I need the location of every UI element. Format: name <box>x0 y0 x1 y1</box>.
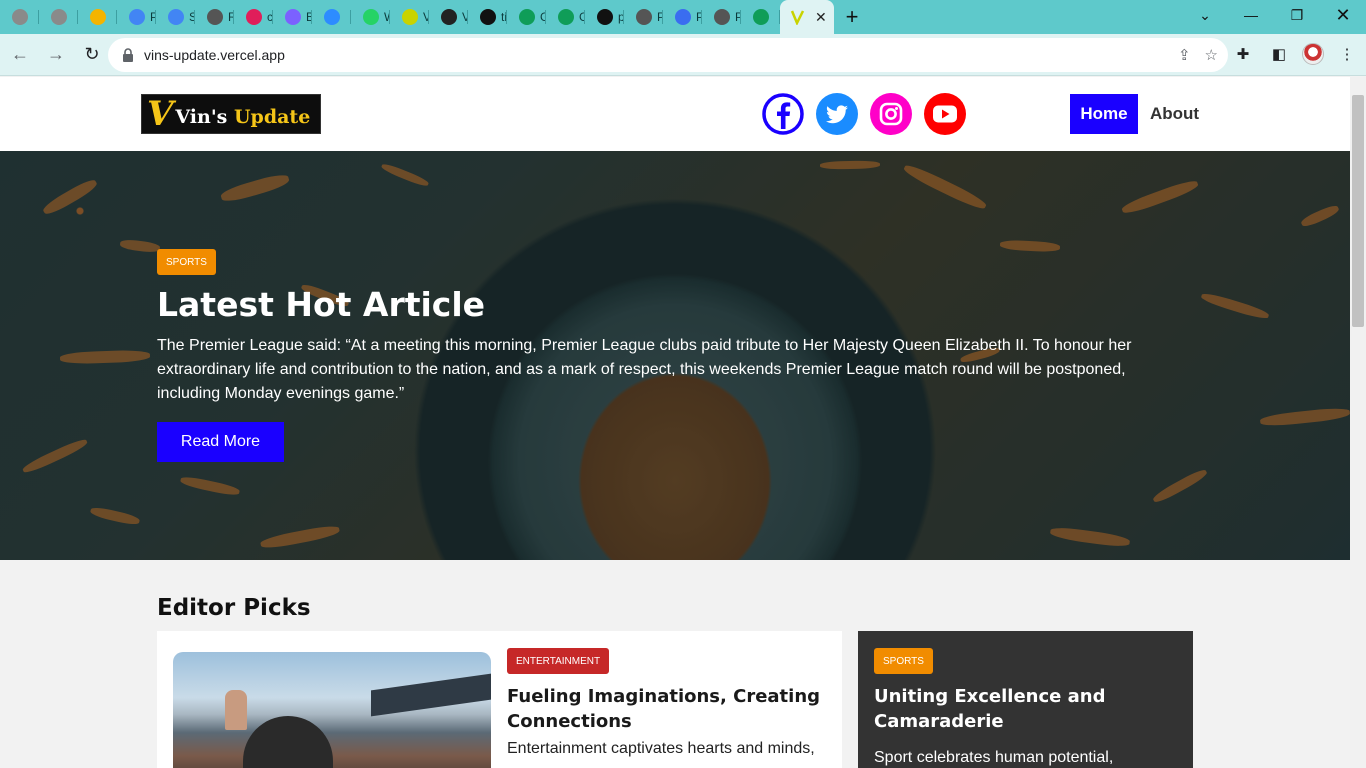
tab-favicon-icon <box>636 9 652 25</box>
editor-picks-heading: Editor Picks <box>157 595 311 621</box>
tab-favicon-icon <box>285 9 301 25</box>
tab-favicon-icon <box>168 9 184 25</box>
forward-icon[interactable]: → <box>40 39 72 71</box>
tab-favicon-icon <box>714 9 730 25</box>
card-category-badge[interactable]: ENTERTAINMENT <box>507 648 610 674</box>
nav-home-link[interactable]: Home <box>1070 94 1138 134</box>
browser-tab[interactable]: Go <box>546 0 585 34</box>
twitter-icon[interactable] <box>816 93 858 135</box>
minimize-icon[interactable]: — <box>1228 0 1274 30</box>
browser-tab[interactable]: Ste <box>156 0 195 34</box>
editor-pick-main-card[interactable]: ENTERTAINMENT Fueling Imaginations, Crea… <box>157 631 842 768</box>
tab-favicon-icon <box>90 9 106 25</box>
instagram-icon[interactable] <box>870 93 912 135</box>
fan-head <box>243 716 333 768</box>
reload-icon[interactable]: ↻ <box>76 39 108 71</box>
browser-tab-strip: PaSteRecolBaWhVinVintiicGoGopePrePrePre … <box>0 0 1366 34</box>
profile-avatar[interactable] <box>1302 43 1324 65</box>
browser-tab[interactable] <box>741 0 780 34</box>
site-header: V Vin's Update Home About <box>0 77 1350 151</box>
browser-tab[interactable]: col <box>234 0 273 34</box>
browser-tab[interactable]: Pre <box>702 0 741 34</box>
tab-favicon-icon <box>363 9 379 25</box>
editor-pick-side-card[interactable]: SPORTS Uniting Excellence and Camaraderi… <box>858 631 1193 768</box>
back-icon[interactable]: ← <box>4 39 36 71</box>
hero-banner: SPORTS Latest Hot Article The Premier Le… <box>0 151 1350 560</box>
side-panel-icon[interactable]: ◧ <box>1266 41 1292 67</box>
browser-tab[interactable] <box>78 0 117 34</box>
browser-tab[interactable]: Ba <box>273 0 312 34</box>
site-logo[interactable]: V Vin's Update <box>141 94 321 134</box>
logo-text-update: Update <box>233 106 311 128</box>
tab-favicon-icon <box>597 9 613 25</box>
tab-favicon-icon <box>129 9 145 25</box>
hero-category-badge[interactable]: SPORTS <box>157 249 216 275</box>
card-title[interactable]: Uniting Excellence and Camaraderie <box>874 684 1184 734</box>
extensions-icon[interactable]: ✚ <box>1230 41 1256 67</box>
browser-tab[interactable]: Wh <box>351 0 390 34</box>
logo-mark: V <box>147 94 174 134</box>
stadium-roof <box>371 673 491 717</box>
nav-about-link[interactable]: About <box>1150 104 1199 124</box>
youtube-icon[interactable] <box>924 93 966 135</box>
social-links <box>762 93 966 135</box>
card-category-badge[interactable]: SPORTS <box>874 648 933 674</box>
bookmark-star-icon[interactable]: ☆ <box>1205 46 1218 64</box>
tab-favicon-icon <box>441 9 457 25</box>
card-image[interactable] <box>173 652 491 768</box>
page-viewport: V Vin's Update Home About SPORTS Latest … <box>0 77 1350 768</box>
address-bar[interactable]: vins-update.vercel.app ⇪ ☆ <box>108 38 1228 72</box>
browser-tab[interactable] <box>39 0 78 34</box>
tab-favicon-icon <box>675 9 691 25</box>
logo-text: Vin's Update <box>175 106 310 128</box>
tab-favicon-icon <box>207 9 223 25</box>
browser-tab[interactable]: tiic <box>468 0 507 34</box>
url-text: vins-update.vercel.app <box>144 47 285 63</box>
restore-icon[interactable]: ❐ <box>1274 0 1320 30</box>
card-excerpt: Sport celebrates human potential, <box>874 749 1114 766</box>
tab-favicon-icon <box>12 9 28 25</box>
read-more-button[interactable]: Read More <box>157 422 284 462</box>
page-scrollbar[interactable] <box>1350 77 1366 768</box>
facebook-icon[interactable] <box>762 93 804 135</box>
raised-fist <box>225 690 247 730</box>
logo-text-vins: Vin's <box>175 106 228 128</box>
new-tab-button[interactable]: + <box>834 0 870 34</box>
tab-favicon-icon <box>753 9 769 25</box>
tab-search-icon[interactable]: ⌄ <box>1182 0 1228 30</box>
close-window-icon[interactable]: ✕ <box>1320 0 1366 30</box>
vins-favicon-icon <box>790 10 805 25</box>
tab-favicon-icon <box>51 9 67 25</box>
browser-tab[interactable]: pe <box>585 0 624 34</box>
tab-favicon-icon <box>246 9 262 25</box>
tab-list: PaSteRecolBaWhVinVintiicGoGopePrePrePre <box>0 0 780 34</box>
browser-toolbar: ← → ↻ vins-update.vercel.app ⇪ ☆ ✚ ◧ ⋮ <box>0 34 1366 76</box>
browser-tab[interactable]: Pre <box>663 0 702 34</box>
tab-favicon-icon <box>324 9 340 25</box>
tab-favicon-icon <box>519 9 535 25</box>
close-tab-icon[interactable]: ✕ <box>815 9 827 26</box>
main-nav: Home About <box>1070 94 1199 134</box>
active-tab[interactable]: ✕ <box>780 0 834 34</box>
browser-tab[interactable]: Pa <box>117 0 156 34</box>
scrollbar-thumb[interactable] <box>1352 95 1364 327</box>
browser-tab[interactable] <box>0 0 39 34</box>
hero-title: Latest Hot Article <box>157 285 486 324</box>
browser-tab[interactable]: Go <box>507 0 546 34</box>
card-title[interactable]: Fueling Imaginations, Creating Connectio… <box>507 684 827 734</box>
card-excerpt: Entertainment captivates hearts and mind… <box>507 740 815 757</box>
lock-icon <box>123 48 133 62</box>
browser-tab[interactable]: Vin <box>429 0 468 34</box>
tab-favicon-icon <box>402 9 418 25</box>
share-icon[interactable]: ⇪ <box>1178 46 1191 64</box>
tab-favicon-icon <box>480 9 496 25</box>
browser-tab[interactable] <box>312 0 351 34</box>
browser-tab[interactable]: Pre <box>624 0 663 34</box>
hero-excerpt: The Premier League said: “At a meeting t… <box>157 337 1132 402</box>
browser-tab[interactable]: Re <box>195 0 234 34</box>
menu-kebab-icon[interactable]: ⋮ <box>1334 41 1360 67</box>
card-body: ENTERTAINMENT Fueling Imaginations, Crea… <box>507 648 827 758</box>
browser-tab[interactable]: Vin <box>390 0 429 34</box>
tab-favicon-icon <box>558 9 574 25</box>
